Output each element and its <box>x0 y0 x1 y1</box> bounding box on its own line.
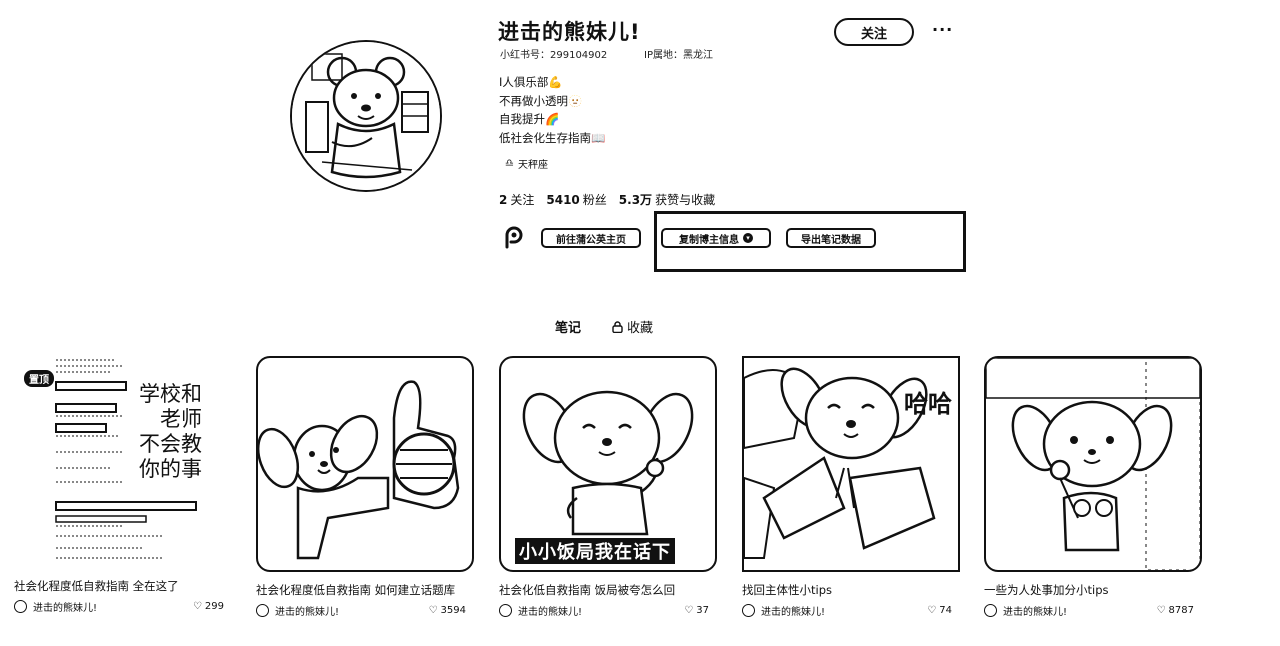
profile-ip-location: IP属地：黑龙江 <box>644 50 713 61</box>
note-footer: 进击的熊妹儿! ♡ 37 <box>499 603 709 618</box>
cover-headline: 学校和 老师 不会教 你的事 <box>139 382 202 482</box>
copy-blogger-info-label: 复制博主信息 <box>679 234 739 246</box>
like-count: 8787 <box>1168 605 1194 616</box>
zodiac-label: 天秤座 <box>517 160 548 171</box>
note-cover[interactable]: 小小饭局我在话下 <box>499 356 717 572</box>
note-card[interactable]: 社会化程度低自救指南 如何建立话题库 进击的熊妹儿! ♡ 3594 <box>256 356 474 618</box>
cover-caption: 哈哈 <box>904 390 952 418</box>
note-card[interactable]: 哈哈 找回主体性小tips 进击的熊妹儿! ♡ 74 <box>742 356 960 618</box>
goto-pugongying-button[interactable]: 前往蒲公英主页 <box>541 228 641 248</box>
export-notes-data-button[interactable]: 导出笔记数据 <box>786 228 876 248</box>
more-options-button[interactable]: ··· <box>932 20 953 39</box>
note-title[interactable]: 社会化程度低自救指南 如何建立话题库 <box>256 582 466 598</box>
author-name: 进击的熊妹儿! <box>1003 607 1068 618</box>
note-cover[interactable] <box>984 356 1202 572</box>
heart-icon: ♡ <box>684 605 694 616</box>
bio-line: I人俱乐部💪 <box>499 75 563 89</box>
note-card[interactable]: 置顶 学校和 老师 不会教 你的事 社会化程度低自救指南 全在这了 进击的熊妹儿… <box>14 356 232 614</box>
author-avatar <box>499 604 512 617</box>
note-author[interactable]: 进击的熊妹儿! <box>742 603 825 618</box>
cover-caption: 小小饭局我在话下 <box>515 538 675 564</box>
note-footer: 进击的熊妹儿! ♡ 74 <box>742 603 952 618</box>
like-button[interactable]: ♡ 299 <box>193 601 224 612</box>
pinned-badge: 置顶 <box>24 370 54 387</box>
follow-button[interactable]: 关注 <box>834 18 914 46</box>
bio-line: 不再做小透明🫥 <box>499 93 583 108</box>
note-cover[interactable]: 置顶 学校和 老师 不会教 你的事 <box>14 356 228 568</box>
heart-icon: ♡ <box>428 605 438 616</box>
like-button[interactable]: ♡ 74 <box>927 605 952 616</box>
copy-blogger-info-button[interactable]: 复制博主信息 ▾ <box>661 228 771 248</box>
note-card[interactable]: 一些为人处事加分小tips 进击的熊妹儿! ♡ 8787 <box>984 356 1202 618</box>
bio-line: 低社会化生存指南📖 <box>499 130 606 145</box>
author-avatar <box>742 604 755 617</box>
like-button[interactable]: ♡ 8787 <box>1157 605 1194 616</box>
like-button[interactable]: ♡ 37 <box>684 605 709 616</box>
note-title[interactable]: 一些为人处事加分小tips <box>984 582 1194 598</box>
lock-icon <box>612 320 623 333</box>
heart-icon: ♡ <box>192 601 202 612</box>
zodiac-icon: ♎ <box>505 158 514 169</box>
stat-followers[interactable]: 5410 粉丝 <box>546 191 606 208</box>
profile-avatar[interactable] <box>290 40 442 192</box>
author-avatar <box>256 604 269 617</box>
plugin-logo-icon <box>502 225 526 249</box>
author-avatar <box>984 604 997 617</box>
author-avatar <box>14 600 27 613</box>
profile-nickname: 进击的熊妹儿! <box>498 20 641 44</box>
profile-bio: I人俱乐部💪 不再做小透明🫥 自我提升🌈 低社会化生存指南📖 <box>499 73 605 147</box>
note-footer: 进击的熊妹儿! ♡ 299 <box>14 599 224 614</box>
note-author[interactable]: 进击的熊妹儿! <box>14 599 97 614</box>
notes-feed: 置顶 学校和 老师 不会教 你的事 社会化程度低自救指南 全在这了 进击的熊妹儿… <box>0 356 1280 646</box>
profile-red-id: 小红书号：299104902 <box>500 50 608 61</box>
like-count: 37 <box>696 605 709 616</box>
chevron-down-icon: ▾ <box>743 233 753 243</box>
like-count: 74 <box>939 605 952 616</box>
profile-tag-zodiac: ♎ 天秤座 <box>505 156 548 171</box>
tab-collections[interactable]: 收藏 <box>612 317 653 336</box>
author-name: 进击的熊妹儿! <box>518 607 583 618</box>
note-title[interactable]: 社会化程度低自救指南 全在这了 <box>14 578 224 594</box>
tab-collections-label: 收藏 <box>627 321 654 336</box>
like-count: 3594 <box>440 605 466 616</box>
note-author[interactable]: 进击的熊妹儿! <box>256 603 339 618</box>
author-name: 进击的熊妹儿! <box>33 603 98 614</box>
note-author[interactable]: 进击的熊妹儿! <box>984 603 1067 618</box>
heart-icon: ♡ <box>927 605 937 616</box>
stat-likes-collects[interactable]: 5.3万 获赞与收藏 <box>619 191 715 208</box>
author-name: 进击的熊妹儿! <box>275 607 340 618</box>
note-card[interactable]: 小小饭局我在话下 社会化低自救指南 饭局被夸怎么回 进击的熊妹儿! ♡ 37 <box>499 356 717 618</box>
note-cover[interactable]: 哈哈 <box>742 356 960 572</box>
note-footer: 进击的熊妹儿! ♡ 3594 <box>256 603 466 618</box>
note-author[interactable]: 进击的熊妹儿! <box>499 603 582 618</box>
stat-following[interactable]: 2 关注 <box>499 191 534 208</box>
note-footer: 进击的熊妹儿! ♡ 8787 <box>984 603 1194 618</box>
bio-line: 自我提升🌈 <box>499 112 560 126</box>
author-name: 进击的熊妹儿! <box>761 607 826 618</box>
tab-notes[interactable]: 笔记 <box>555 317 581 336</box>
note-title[interactable]: 社会化低自救指南 饭局被夸怎么回 <box>499 582 709 598</box>
heart-icon: ♡ <box>1156 605 1166 616</box>
note-cover[interactable] <box>256 356 474 572</box>
profile-stats: 2 关注 5410 粉丝 5.3万 获赞与收藏 <box>499 191 715 208</box>
like-button[interactable]: ♡ 3594 <box>429 605 466 616</box>
note-title[interactable]: 找回主体性小tips <box>742 582 952 598</box>
like-count: 299 <box>204 601 224 612</box>
